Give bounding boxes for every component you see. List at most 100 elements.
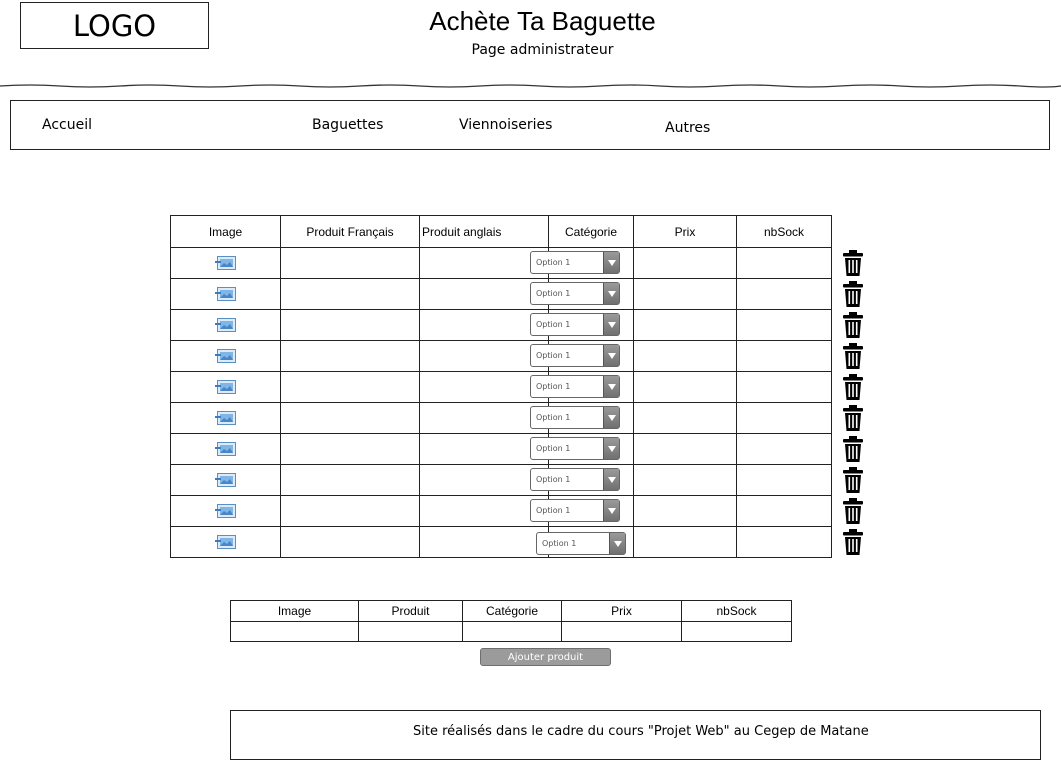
nbsock-cell[interactable] [736,247,832,279]
nav-item-baguettes[interactable]: Baguettes [312,117,383,133]
nbsock-cell[interactable] [736,526,832,558]
produit-francais-cell[interactable] [280,309,420,341]
add-image-cell[interactable] [230,621,359,642]
image-placeholder-icon[interactable] [171,286,280,302]
categorie-select[interactable]: Option 1 [530,406,620,429]
image-placeholder-icon[interactable] [171,348,280,364]
image-placeholder-icon[interactable] [171,255,280,271]
categorie-cell: Option 1 [530,464,634,496]
image-cell [170,464,281,496]
nbsock-cell[interactable] [736,278,832,310]
nbsock-cell[interactable] [736,402,832,434]
produit-francais-cell[interactable] [280,402,420,434]
categorie-select[interactable]: Option 1 [530,468,620,491]
prix-cell[interactable] [633,371,737,403]
chevron-down-icon[interactable] [603,500,619,521]
prix-cell[interactable] [633,495,737,527]
image-placeholder-icon[interactable] [171,503,280,519]
add-product-table: Image Produit Catégorie Prix nbSock [230,600,792,642]
categorie-cell: Option 1 [536,526,634,558]
image-placeholder-icon[interactable] [171,317,280,333]
chevron-down-icon[interactable] [603,438,619,459]
trash-icon[interactable] [843,405,863,431]
categorie-cell: Option 1 [530,247,634,279]
nav-item-autres[interactable]: Autres [665,120,710,136]
produit-anglais-cell[interactable] [419,526,549,558]
table-row: Option 1 [170,433,832,465]
produit-francais-cell[interactable] [280,526,420,558]
categorie-select[interactable]: Option 1 [536,532,626,555]
produit-francais-cell[interactable] [280,278,420,310]
categorie-select-value: Option 1 [536,413,571,422]
prix-cell[interactable] [633,278,737,310]
trash-icon[interactable] [843,281,863,307]
add-prix-cell[interactable] [561,621,682,642]
chevron-down-icon[interactable] [603,314,619,335]
prix-cell[interactable] [633,402,737,434]
categorie-select[interactable]: Option 1 [530,499,620,522]
categorie-select[interactable]: Option 1 [530,282,620,305]
image-placeholder-icon[interactable] [171,534,280,550]
nbsock-cell[interactable] [736,340,832,372]
nav-item-accueil[interactable]: Accueil [42,117,92,133]
prix-cell[interactable] [633,247,737,279]
products-table: Image Produit Français Produit anglais C… [170,215,832,558]
trash-icon[interactable] [843,467,863,493]
trash-icon[interactable] [843,498,863,524]
prix-cell[interactable] [633,309,737,341]
prix-cell[interactable] [633,433,737,465]
table-row: Option 1 [170,526,832,558]
add-product-row [230,621,792,642]
chevron-down-icon[interactable] [603,283,619,304]
nbsock-cell[interactable] [736,495,832,527]
image-placeholder-icon[interactable] [171,472,280,488]
nbsock-cell[interactable] [736,433,832,465]
chevron-down-icon[interactable] [603,376,619,397]
add-nbsock-cell[interactable] [681,621,792,642]
categorie-cell: Option 1 [530,340,634,372]
categorie-select[interactable]: Option 1 [530,344,620,367]
chevron-down-icon[interactable] [603,252,619,273]
image-placeholder-icon[interactable] [171,379,280,395]
image-cell [170,278,281,310]
categorie-select-value: Option 1 [536,444,571,453]
nbsock-cell[interactable] [736,371,832,403]
produit-francais-cell[interactable] [280,247,420,279]
table-row: Option 1 [170,309,832,341]
categorie-select[interactable]: Option 1 [530,313,620,336]
chevron-down-icon[interactable] [603,345,619,366]
trash-icon[interactable] [843,312,863,338]
categorie-select[interactable]: Option 1 [530,437,620,460]
prix-cell[interactable] [633,340,737,372]
column-header-produit-francais: Produit Français [280,215,420,248]
produit-francais-cell[interactable] [280,371,420,403]
produit-francais-cell[interactable] [280,464,420,496]
add-categorie-cell[interactable] [462,621,562,642]
add-produit-cell[interactable] [358,621,463,642]
nbsock-cell[interactable] [736,309,832,341]
trash-icon[interactable] [843,343,863,369]
column-header-prix: Prix [633,215,737,248]
chevron-down-icon[interactable] [603,469,619,490]
categorie-select[interactable]: Option 1 [530,251,620,274]
trash-icon[interactable] [843,374,863,400]
produit-francais-cell[interactable] [280,495,420,527]
prix-cell[interactable] [633,464,737,496]
categorie-select[interactable]: Option 1 [530,375,620,398]
footer: Site réalisés dans le cadre du cours "Pr… [230,710,1041,760]
nav-item-viennoiseries[interactable]: Viennoiseries [459,117,552,133]
produit-francais-cell[interactable] [280,433,420,465]
image-placeholder-icon[interactable] [171,410,280,426]
add-product-button[interactable]: Ajouter produit [480,648,611,666]
categorie-cell: Option 1 [530,278,634,310]
nbsock-cell[interactable] [736,464,832,496]
trash-icon[interactable] [843,529,863,555]
produit-francais-cell[interactable] [280,340,420,372]
chevron-down-icon[interactable] [603,407,619,428]
prix-cell[interactable] [633,526,737,558]
chevron-down-icon[interactable] [609,533,625,554]
trash-icon[interactable] [843,436,863,462]
trash-icon[interactable] [843,250,863,276]
image-placeholder-icon[interactable] [171,441,280,457]
image-cell [170,371,281,403]
